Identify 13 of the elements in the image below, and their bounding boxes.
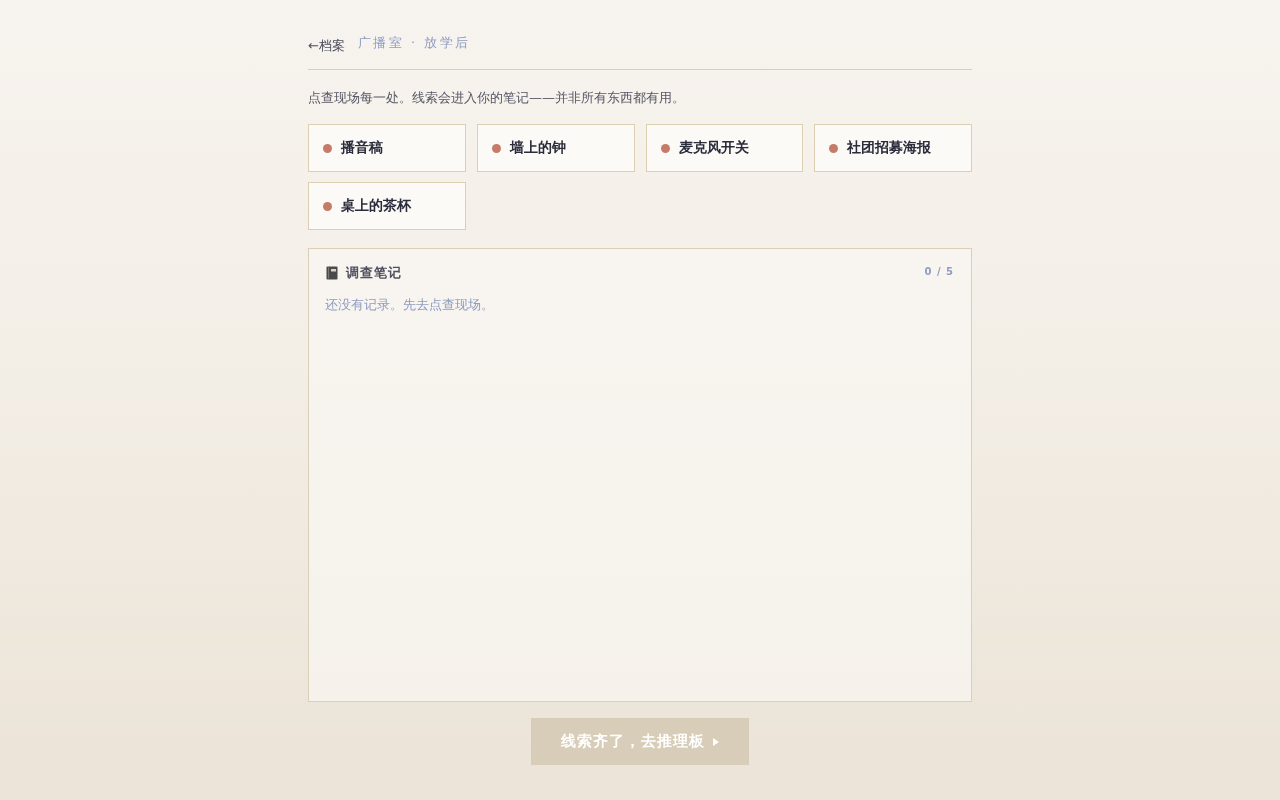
back-link[interactable]: ←档案 [308, 37, 345, 55]
scene-spot-button[interactable]: 麦克风开关 [645, 124, 804, 172]
notebook-icon [325, 266, 339, 280]
scene-spot-button[interactable]: 播音稿 [308, 124, 466, 172]
notes-title: 调查笔记 [346, 264, 402, 282]
play-triangle-icon [713, 737, 719, 746]
breadcrumb: 广播室 · 放学后 [357, 34, 471, 52]
scene-spot-button[interactable]: 墙上的钟 [476, 124, 635, 172]
scene-spot-button[interactable]: 桌上的茶杯 [308, 182, 466, 230]
clue-counter: 0 / 5 [924, 265, 954, 277]
empty-notes-message: 还没有记录。先去点查现场。 [325, 296, 495, 314]
scene-spot-button[interactable]: 社团招募海报 [814, 124, 972, 172]
instruction-text: 点查现场每一处。线索会进入你的笔记——并非所有东西都有用。 [308, 89, 686, 107]
